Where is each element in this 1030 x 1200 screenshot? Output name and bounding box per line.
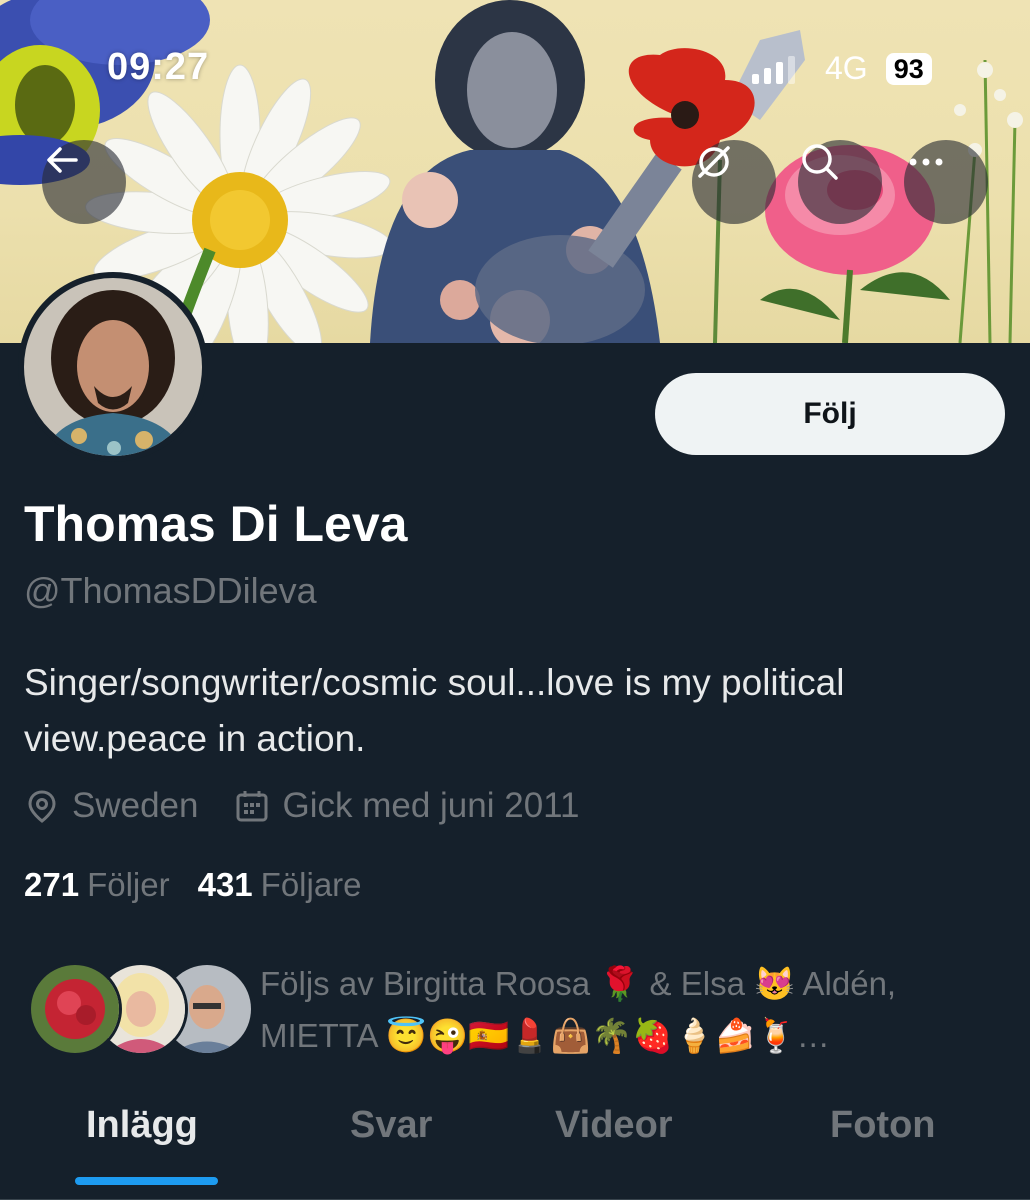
battery-level: 93: [885, 52, 932, 85]
profile-meta: Sweden Gick med juni 2011: [24, 786, 616, 826]
back-button[interactable]: [42, 140, 126, 224]
location-item: Sweden: [24, 786, 198, 826]
profile-bio: Singer/songwriter/cosmic soul...love is …: [24, 662, 845, 759]
joined-item: Gick med juni 2011: [234, 786, 580, 826]
followed-by-section[interactable]: Följs av Birgitta Roosa 🌹 & Elsa 😻 Aldén…: [28, 958, 1008, 1058]
profile-handle: @ThomasDDileva: [24, 570, 317, 611]
location-pin-icon: [28, 790, 56, 823]
following-count: 271: [24, 866, 80, 903]
tab-svar[interactable]: Svar: [350, 1104, 432, 1147]
active-tab-indicator: [75, 1177, 218, 1185]
status-time: 09:27: [107, 46, 210, 88]
no-sync-icon: [698, 146, 730, 178]
followers-count: 431: [197, 866, 253, 903]
back-arrow-icon: [47, 147, 78, 173]
following-link[interactable]: 271 Följer: [24, 866, 170, 904]
more-button[interactable]: [904, 140, 988, 224]
avatar: [24, 278, 202, 456]
calendar-icon: [236, 791, 268, 822]
unsync-button[interactable]: [692, 140, 776, 224]
followers-link[interactable]: 431 Följare: [198, 866, 362, 904]
joined-label: Gick med juni 2011: [282, 786, 580, 825]
tab-inlagg[interactable]: Inlägg: [86, 1104, 198, 1147]
follower-avatar: [28, 962, 122, 1056]
followed-by-text: Följs av Birgitta Roosa 🌹 & Elsa 😻 Aldén…: [260, 965, 897, 1054]
tab-foton[interactable]: Foton: [830, 1104, 936, 1147]
search-button[interactable]: [798, 140, 882, 224]
network-label: 4G: [825, 50, 868, 86]
profile-tabs: Inlägg Svar Videor Foton: [0, 1090, 1030, 1200]
location-label: Sweden: [72, 786, 199, 825]
follow-stats: 271 Följer 431 Följare: [24, 866, 362, 904]
search-icon: [802, 144, 838, 180]
following-label: Följer: [87, 866, 170, 903]
signal-icon: [752, 54, 795, 84]
profile-avatar-frame[interactable]: [18, 272, 208, 462]
status-indicators: 4G 93: [752, 50, 932, 87]
followers-label: Följare: [260, 866, 362, 903]
tab-videor[interactable]: Videor: [555, 1104, 673, 1147]
more-icon: [909, 158, 943, 166]
profile-name: Thomas Di Leva: [24, 496, 408, 552]
follow-button[interactable]: Följ: [655, 373, 1005, 455]
